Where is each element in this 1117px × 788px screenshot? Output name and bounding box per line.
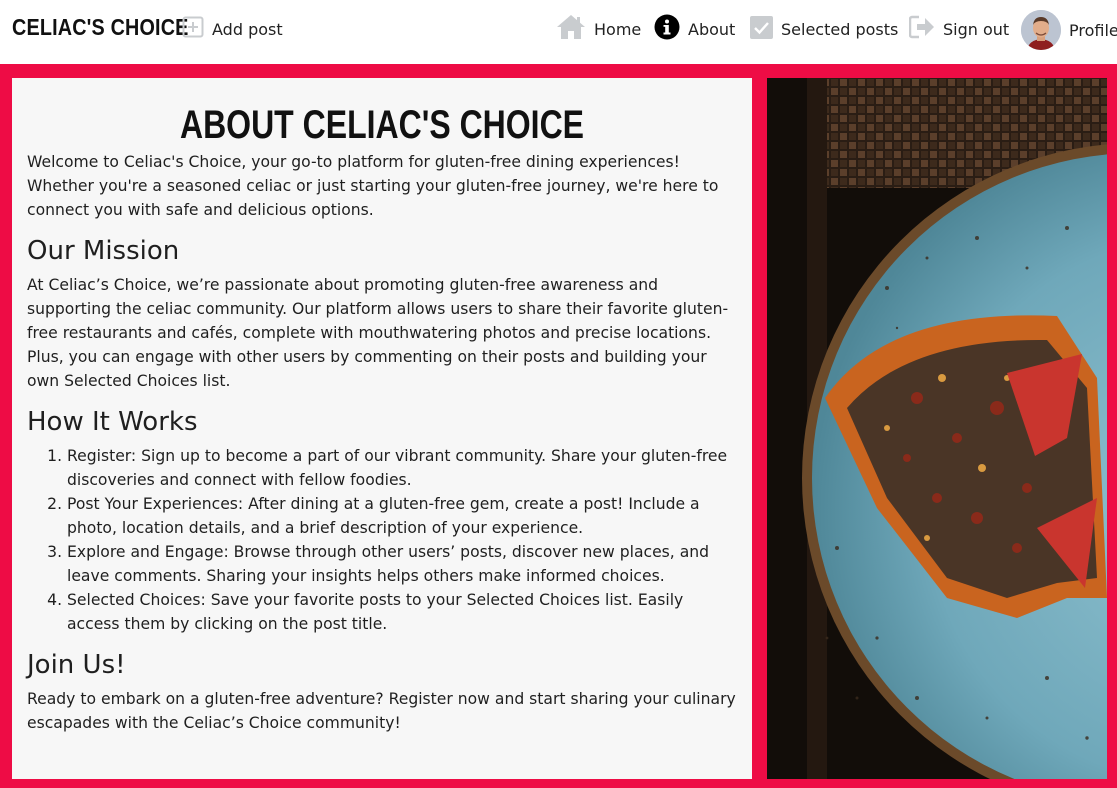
brand-logo[interactable]: Celiac's Choice — [12, 14, 189, 41]
add-post-label: Add post — [212, 19, 283, 39]
info-circle-icon — [654, 14, 680, 44]
plus-square-icon — [182, 16, 204, 42]
join-paragraph: Ready to embark on a gluten-free adventu… — [27, 690, 736, 732]
pizza-photo — [767, 78, 1107, 779]
list-item: Post Your Experiences: After dining at a… — [67, 492, 737, 540]
sign-out-link[interactable]: Sign out — [908, 15, 1010, 43]
mission-paragraph: At Celiac’s Choice, we’re passionate abo… — [27, 276, 729, 390]
intro-paragraph: Welcome to Celiac's Choice, your go-to p… — [27, 153, 719, 219]
list-item: Selected Choices: Save your favorite pos… — [67, 588, 737, 636]
about-link[interactable]: About — [654, 14, 736, 44]
sign-out-icon — [908, 15, 935, 43]
selected-posts-link[interactable]: Selected posts — [750, 15, 898, 43]
selected-posts-label: Selected posts — [781, 19, 899, 39]
profile-label: Profile — [1069, 20, 1117, 40]
add-post-link[interactable]: Add post — [182, 15, 283, 43]
home-label: Home — [594, 19, 642, 39]
home-link[interactable]: Home — [556, 15, 641, 43]
page-title: About Celiac's Choice — [179, 103, 585, 147]
avatar — [1021, 10, 1061, 50]
steps-list: Register: Sign up to become a part of ou… — [67, 444, 737, 636]
join-heading: Join Us! — [27, 650, 126, 680]
navbar: Celiac's Choice Add post Home — [0, 0, 1117, 64]
home-icon — [556, 14, 586, 44]
about-label: About — [688, 19, 736, 39]
about-panel: About Celiac's Choice Welcome to Celiac'… — [12, 78, 752, 779]
checkbox-icon — [750, 15, 773, 43]
mission-heading: Our Mission — [27, 236, 180, 266]
how-it-works-heading: How It Works — [27, 407, 198, 437]
list-item: Register: Sign up to become a part of ou… — [67, 444, 737, 492]
sign-out-label: Sign out — [943, 19, 1010, 39]
main-frame: About Celiac's Choice Welcome to Celiac'… — [0, 64, 1117, 788]
list-item: Explore and Engage: Browse through other… — [67, 540, 737, 588]
profile-link[interactable]: Profile — [1021, 10, 1117, 50]
